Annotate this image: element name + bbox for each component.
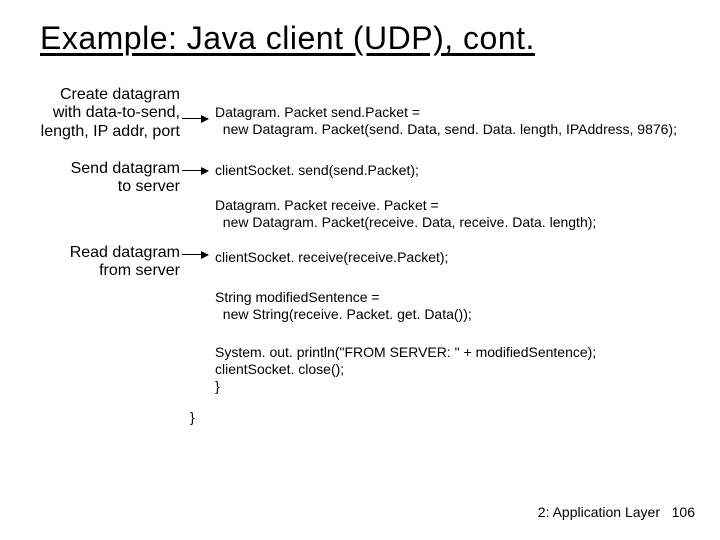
slide-title: Example: Java client (UDP), cont. [40,20,535,57]
arrow-icon [182,254,208,255]
annotation-create-datagram: Create datagram with data-to-send, lengt… [0,86,180,141]
code-line: Datagram. Packet send.Packet = [215,105,420,120]
code-line: System. out. println("FROM SERVER: " + m… [215,345,596,360]
arrow-icon [182,170,208,171]
code-line: clientSocket. send(send.Packet); [215,163,419,178]
code-line: new Datagram. Packet(receive. Data, rece… [215,215,596,230]
code-line: } [215,379,220,394]
code-line: new Datagram. Packet(send. Data, send. D… [215,122,677,137]
footer-section: 2: Application Layer [538,504,660,520]
code-line: String modifiedSentence = [215,290,380,305]
annotation-send-datagram: Send datagram to server [0,160,180,197]
code-line: clientSocket. close(); [215,362,344,377]
code-line: Datagram. Packet receive. Packet = [215,198,439,213]
code-line: new String(receive. Packet. get. Data())… [215,307,472,322]
annotation-read-datagram: Read datagram from server [0,244,180,281]
slide: Example: Java client (UDP), cont. Create… [0,0,720,540]
page-number: 106 [672,504,695,520]
code-line: clientSocket. receive(receive.Packet); [215,250,448,265]
code-line: } [190,410,195,425]
arrow-icon [182,118,208,119]
